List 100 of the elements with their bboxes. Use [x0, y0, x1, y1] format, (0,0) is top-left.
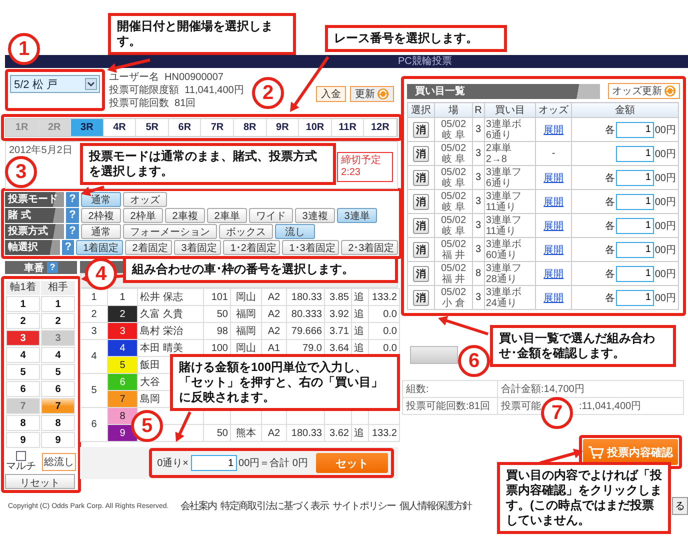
table-cell: 3.85 [330, 292, 349, 302]
bet-date: 05/02 [440, 238, 466, 250]
delete-button[interactable]: 消 [413, 266, 430, 282]
delete-button[interactable]: 消 [413, 242, 430, 258]
axis-number[interactable]: 8 [6, 415, 40, 431]
axis-number[interactable]: 3 [6, 330, 40, 346]
odds-update-button[interactable]: オッズ更新 [608, 83, 680, 99]
column-header: 選択 [411, 105, 432, 116]
amount-input[interactable]: 1 [616, 290, 654, 306]
footer-link[interactable]: 会社案内 [180, 499, 217, 513]
axis-number[interactable]: 2 [6, 313, 40, 329]
race-cell: 3 [475, 292, 482, 303]
table-cell: A2 [268, 326, 280, 336]
option-button[interactable]: ワイド [249, 208, 293, 223]
delete-button[interactable]: 消 [413, 170, 430, 186]
venue-select[interactable]: 5/2 松 戸 [10, 75, 100, 93]
option-button[interactable]: フォーメーション [123, 224, 217, 239]
partner-number[interactable]: 7 [41, 398, 75, 414]
option-button[interactable]: オッズ [123, 192, 167, 207]
table-cell: 岡山 [236, 343, 256, 354]
partner-number[interactable]: 4 [41, 347, 75, 363]
option-button[interactable]: 2着固定 [125, 240, 172, 255]
table-cell: 追 [354, 343, 364, 354]
race-tab[interactable]: 4R [104, 119, 136, 136]
race-cell: 3 [475, 196, 482, 207]
option-button[interactable]: 2車単 [207, 208, 247, 223]
summary-text: 投票可能回数:81回 [406, 401, 490, 412]
partner-number[interactable]: 9 [41, 432, 75, 448]
deposit-button[interactable]: 入金 [316, 86, 346, 102]
option-button[interactable]: ボックス [219, 224, 273, 239]
race-tab[interactable]: 9R [266, 119, 300, 136]
option-button[interactable]: 2･3着固定 [341, 240, 398, 255]
partner-number[interactable]: 5 [41, 364, 75, 380]
option-button[interactable]: 1着固定 [76, 240, 124, 255]
bet-date: 05/02 [440, 262, 466, 274]
race-tab[interactable]: 3R [71, 119, 104, 136]
amount-input[interactable]: 1 [616, 266, 654, 282]
axis-number[interactable]: 9 [6, 432, 40, 448]
option-button[interactable]: 1･2着固定 [223, 240, 280, 255]
delete-button[interactable]: 消 [413, 146, 430, 162]
amount-input[interactable]: 1 [616, 242, 654, 258]
refresh-icon [377, 88, 389, 100]
option-button[interactable]: 流し [275, 224, 315, 239]
option-button[interactable]: 3連複 [295, 208, 335, 223]
amount-input[interactable]: 1 [616, 194, 654, 210]
axis-number[interactable]: 6 [6, 381, 40, 397]
delete-button[interactable]: 消 [413, 290, 430, 306]
amount-input[interactable]: 1 [616, 146, 654, 162]
delete-button[interactable]: 消 [413, 218, 430, 234]
option-button[interactable]: 通常 [81, 192, 121, 207]
rider-name: 久富 久貴 [140, 309, 183, 320]
footer-link[interactable]: 個人情報保護方針 [400, 499, 472, 513]
race-cell: 3 [475, 244, 482, 255]
axis-number[interactable]: 5 [6, 364, 40, 380]
option-button[interactable]: 3連単 [337, 208, 377, 223]
partner-number[interactable]: 2 [41, 313, 75, 329]
option-label: 投票モード [5, 192, 64, 207]
delete-button[interactable]: 消 [413, 122, 430, 138]
option-button[interactable]: 2車複 [165, 208, 205, 223]
reset-button[interactable]: リセット [5, 474, 75, 489]
unit-label: 00円 [654, 292, 676, 304]
bet-venue: 福 井 [442, 274, 465, 284]
unit-label: 00円 [654, 244, 676, 256]
all-flow-button[interactable]: 総流し [42, 452, 76, 470]
option-label: 投票方式 [5, 224, 64, 239]
callout-text: レース番号を選択します。 [325, 25, 507, 52]
option-button[interactable]: 2枠単 [123, 208, 163, 223]
checkbox[interactable] [16, 451, 26, 461]
back-button[interactable]: る [672, 497, 688, 515]
table-cell: 0.0 [383, 308, 397, 320]
amount-input[interactable]: 1 [616, 170, 654, 186]
footer-link[interactable]: 特定商取引法に基づく表示 [220, 499, 329, 513]
axis-number[interactable]: 4 [6, 347, 40, 363]
delete-button[interactable]: 消 [413, 194, 430, 210]
partner-number[interactable]: 6 [41, 381, 75, 397]
option-button[interactable]: 1･3着固定 [282, 240, 340, 255]
account-info: 投票可能回数 81回 [109, 97, 197, 110]
table-cell: 追 [354, 292, 364, 303]
step-number: 5 [131, 410, 163, 442]
partner-number[interactable]: 1 [41, 296, 75, 312]
table-cell: 追 [354, 309, 364, 320]
race-date: 2012年5月2日 [9, 144, 72, 157]
amount-input[interactable]: 1 [616, 122, 654, 138]
option-button[interactable]: 2枠複 [81, 208, 121, 223]
bet-date: 05/02 [440, 214, 466, 226]
refresh-button[interactable]: 更新 [350, 86, 394, 102]
table-cell: 79.666 [291, 326, 322, 336]
option-button[interactable]: 3着固定 [174, 240, 222, 255]
option-button[interactable]: 通常 [81, 224, 121, 239]
summary-text: 合計金額:14,700円 [501, 384, 584, 395]
footer-link[interactable]: サイトポリシー [332, 499, 396, 513]
axis-number[interactable]: 1 [6, 296, 40, 312]
table-cell: 3.71 [330, 326, 349, 336]
race-cell: 8 [475, 268, 482, 279]
partner-number[interactable]: 8 [41, 415, 75, 431]
amount-input[interactable]: 1 [190, 455, 237, 471]
table-cell: 100 [211, 342, 228, 354]
race-cell: 3 [475, 172, 482, 183]
amount-input[interactable]: 1 [616, 218, 654, 234]
cart-icon [588, 446, 604, 458]
